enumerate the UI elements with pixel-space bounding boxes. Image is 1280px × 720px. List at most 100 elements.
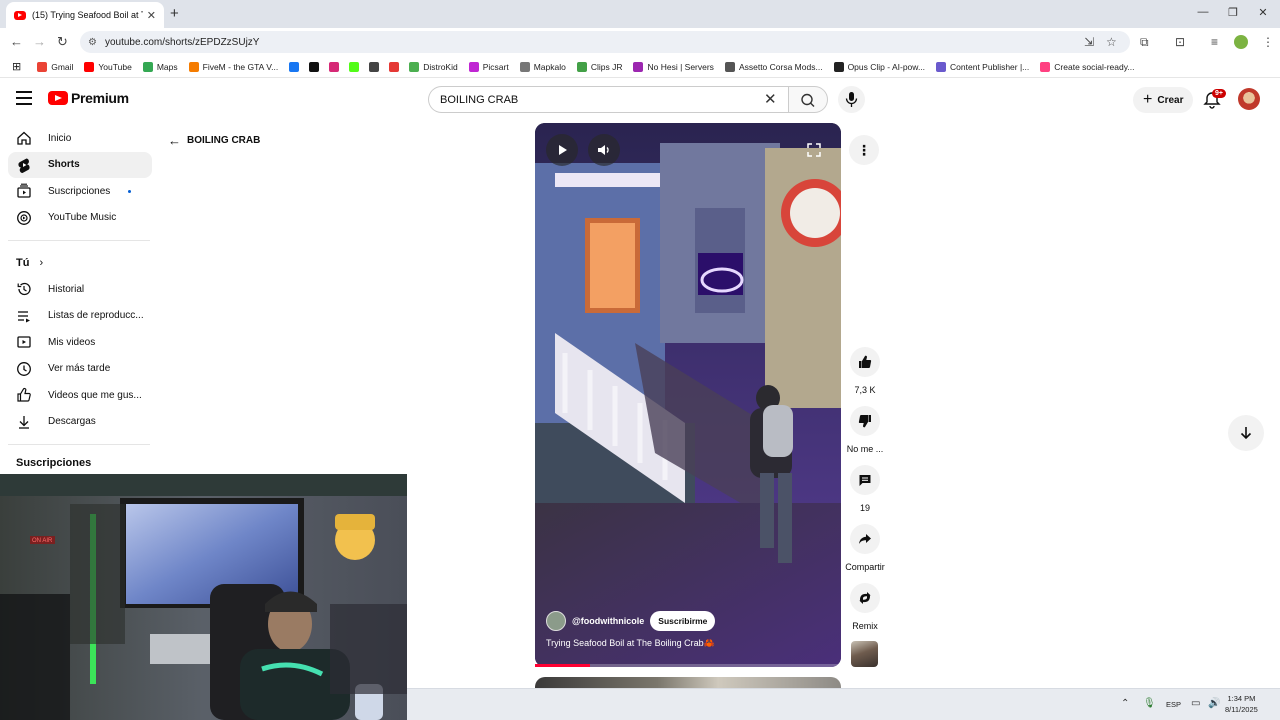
browser-toolbar: ← → ↻ ⚙ youtube.com/shorts/zEPDZzSUjzY ⇲… <box>0 28 1280 56</box>
back-to-search-link[interactable]: ← BOILING CRAB <box>168 133 260 148</box>
shorts-icon <box>16 157 32 173</box>
install-app-icon[interactable]: ⇲ <box>1084 35 1094 49</box>
forward-arrow-icon[interactable]: → <box>33 34 46 49</box>
sound-thumbnail[interactable] <box>851 641 878 667</box>
bookmark-item[interactable]: No Hesi | Servers <box>633 61 714 72</box>
more-options-button[interactable]: ⋮ <box>849 135 879 165</box>
search-button[interactable] <box>788 86 828 113</box>
sidebar-you-heading[interactable]: Tú › <box>8 250 152 276</box>
short-video-player[interactable] <box>535 123 841 667</box>
sidebar-item-ver-mas-tarde[interactable]: Ver más tarde <box>8 356 152 383</box>
input-language[interactable]: ESP <box>1166 700 1181 709</box>
sidebar-item-descargas[interactable]: Descargas <box>8 409 152 436</box>
bookmark-item[interactable] <box>389 61 403 72</box>
bookmark-item[interactable]: FiveM - the GTA V... <box>188 61 278 72</box>
bookmark-item[interactable] <box>349 61 363 72</box>
minimize-icon[interactable]: — <box>1188 6 1218 18</box>
microphone-tray-icon[interactable]: 🎙 <box>1143 698 1156 709</box>
youtube-premium-logo[interactable]: Premium <box>48 90 129 106</box>
speaker-icon[interactable]: 🔊 <box>1208 698 1220 709</box>
reload-icon[interactable]: ↻ <box>57 34 68 50</box>
sidebar-item-shorts[interactable]: Shorts <box>8 151 152 178</box>
remix-button[interactable] <box>850 583 880 613</box>
close-window-icon[interactable]: ✕ <box>1248 6 1278 19</box>
sidebar-item-liked-videos[interactable]: Videos que me gus... <box>8 382 152 409</box>
bookmark-favicon-icon <box>142 61 153 72</box>
apps-grid-icon[interactable]: ⊞ <box>12 60 21 73</box>
volume-button[interactable] <box>588 134 620 166</box>
bookmark-item[interactable]: Mapkalo <box>519 61 566 72</box>
play-button[interactable] <box>546 134 578 166</box>
comments-action: 19 <box>842 465 888 513</box>
bookmark-item[interactable]: Content Publisher |... <box>936 61 1029 72</box>
bookmark-label: Gmail <box>51 61 74 72</box>
bookmark-favicon-icon <box>576 61 587 72</box>
media-controls-icon[interactable]: ≡ <box>1211 35 1218 49</box>
sidebar-item-suscripciones[interactable]: Suscripciones <box>8 178 152 205</box>
sidebar-item-historial[interactable]: Historial <box>8 276 152 303</box>
site-info-icon[interactable]: ⚙ <box>88 37 97 48</box>
remix-label: Remix <box>852 621 878 631</box>
show-hidden-icons-icon[interactable]: ⌃ <box>1121 698 1129 709</box>
video-progress-bar[interactable] <box>535 664 841 667</box>
hamburger-menu-icon[interactable] <box>16 91 32 105</box>
next-short-button[interactable] <box>1228 415 1264 451</box>
extensions-icon[interactable]: ⧉ <box>1140 35 1149 50</box>
bookmark-label: YouTube <box>98 61 132 72</box>
sidebar-subscriptions-heading: Suscripciones <box>16 457 92 469</box>
home-icon <box>16 130 32 146</box>
network-icon[interactable]: ▭ <box>1191 698 1200 709</box>
sidebar-item-youtube-music[interactable]: YouTube Music <box>8 205 152 232</box>
browser-menu-icon[interactable]: ⋮ <box>1262 35 1274 49</box>
bookmark-item[interactable] <box>329 61 343 72</box>
thumbs-up-icon <box>16 387 32 403</box>
bookmark-favicon-icon <box>309 61 320 72</box>
back-arrow-icon[interactable]: ← <box>10 34 23 49</box>
voice-search-button[interactable] <box>838 86 865 113</box>
subscriptions-icon <box>16 183 32 199</box>
bookmark-favicon-icon <box>468 61 479 72</box>
fullscreen-button[interactable] <box>798 134 830 166</box>
close-tab-icon[interactable]: ✕ <box>147 9 156 22</box>
search-input[interactable]: BOILING CRAB <box>428 86 788 113</box>
bookmark-star-icon[interactable]: ☆ <box>1106 35 1117 49</box>
like-button[interactable] <box>850 347 880 377</box>
bookmark-item[interactable]: Gmail <box>37 61 74 72</box>
bookmark-item[interactable]: Maps <box>142 61 178 72</box>
bookmark-item[interactable]: Opus Clip - AI-pow... <box>833 61 925 72</box>
bookmark-item[interactable]: Assetto Corsa Mods... <box>724 61 823 72</box>
subscribe-button[interactable]: Suscribirme <box>650 611 716 631</box>
sidebar-item-listas[interactable]: Listas de reproducc... <box>8 303 152 330</box>
browser-tab[interactable]: (15) Trying Seafood Boil at The Boiling … <box>6 2 164 28</box>
taskbar-clock[interactable]: 1:34 PM 8/11/2025 <box>1225 693 1258 715</box>
bookmark-item[interactable] <box>309 61 323 72</box>
profile-avatar-icon[interactable] <box>1234 35 1248 49</box>
bookmark-item[interactable] <box>289 61 303 72</box>
bookmark-item[interactable]: DistroKid <box>409 61 458 72</box>
share-button[interactable] <box>850 524 880 554</box>
dislike-button[interactable] <box>850 406 880 436</box>
sidebar-item-mis-videos[interactable]: Mis videos <box>8 329 152 356</box>
restore-icon[interactable]: ❐ <box>1218 6 1248 19</box>
sidebar-item-label: Suscripciones <box>48 185 111 197</box>
bookmark-item[interactable]: Picsart <box>468 61 509 72</box>
comments-button[interactable] <box>850 465 880 495</box>
tab-search-icon[interactable]: ⊡ <box>1175 35 1185 49</box>
clear-search-icon[interactable]: ✕ <box>764 90 777 108</box>
address-bar[interactable]: ⚙ youtube.com/shorts/zEPDZzSUjzY <box>80 31 1130 53</box>
sidebar-item-inicio[interactable]: Inicio <box>8 125 152 152</box>
bookmark-item[interactable] <box>369 61 383 72</box>
bookmark-item[interactable]: YouTube <box>84 61 132 72</box>
bookmark-item[interactable]: Create social-ready... <box>1040 61 1134 72</box>
download-icon <box>16 414 32 430</box>
account-avatar[interactable] <box>1238 88 1260 110</box>
sidebar-item-label: Descargas <box>48 416 96 428</box>
create-button[interactable]: + Crear <box>1133 87 1194 113</box>
channel-avatar[interactable] <box>546 611 566 631</box>
bookmark-item[interactable]: Clips JR <box>576 61 622 72</box>
bookmark-favicon-icon <box>633 61 644 72</box>
sidebar-item-label: YouTube Music <box>48 212 117 224</box>
video-caption[interactable]: Trying Seafood Boil at The Boiling Crab🦀 <box>546 638 715 649</box>
channel-handle[interactable]: @foodwithnicole <box>572 616 644 626</box>
new-tab-button[interactable]: + <box>170 5 179 22</box>
